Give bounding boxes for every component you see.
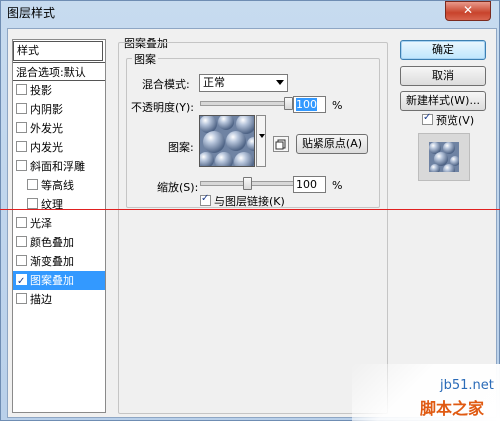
style-checkbox[interactable] [27, 179, 38, 190]
blend-mode-value: 正常 [203, 76, 225, 89]
style-item-label: 光泽 [30, 217, 52, 230]
styles-list-item[interactable]: 渐变叠加 [13, 252, 105, 271]
link-with-layer-checkbox[interactable]: 与图层链接(K) [200, 193, 285, 209]
style-checkbox[interactable] [16, 141, 27, 152]
styles-list-item[interactable]: 投影 [13, 81, 105, 100]
new-preset-button[interactable] [273, 136, 289, 152]
preview-check[interactable] [422, 112, 433, 125]
styles-list-item[interactable]: 外发光 [13, 119, 105, 138]
style-item-label: 描边 [30, 293, 52, 306]
style-checkbox[interactable] [27, 198, 38, 209]
chevron-down-icon [276, 80, 284, 85]
style-checkbox[interactable] [16, 255, 27, 266]
preview-thumbnail [418, 133, 470, 181]
preview-label: 预览(V) [436, 114, 475, 127]
red-guide-line [0, 209, 500, 210]
watermark-site: jb51.net [440, 378, 494, 393]
opacity-percent: % [332, 99, 343, 112]
style-checkbox[interactable] [16, 236, 27, 247]
opacity-label: 不透明度(Y): [131, 101, 195, 114]
style-item-label: 外发光 [30, 122, 63, 135]
styles-list-item[interactable]: 内发光 [13, 138, 105, 157]
link-with-layer-label: 与图层链接(K) [214, 195, 285, 208]
window-title: 图层样式 [7, 6, 56, 20]
style-item-label: 内阴影 [30, 103, 63, 116]
opacity-input[interactable]: 100 [293, 96, 326, 113]
opacity-slider[interactable] [200, 97, 294, 110]
styles-list-item[interactable]: 内阴影 [13, 100, 105, 119]
scale-percent: % [332, 179, 343, 192]
opacity-value: 100 [296, 98, 317, 111]
style-item-label: 混合选项:默认 [16, 66, 86, 79]
pattern-picker-button[interactable] [256, 115, 266, 167]
scale-label: 缩放(S): [157, 181, 199, 194]
style-checkbox[interactable] [16, 122, 27, 133]
snap-to-origin-button[interactable]: 贴紧原点(A) [296, 134, 368, 154]
styles-list-item[interactable]: 混合选项:默认 [13, 62, 105, 81]
styles-list-item[interactable]: 纹理 [13, 195, 105, 214]
blend-mode-label: 混合模式: [142, 78, 190, 91]
ok-button[interactable]: 确定 [400, 40, 486, 60]
style-item-label: 渐变叠加 [30, 255, 74, 268]
styles-list-header[interactable]: 样式 [13, 41, 103, 61]
title-bar[interactable]: 图层样式 ✕ [1, 1, 499, 23]
style-checkbox[interactable] [16, 272, 27, 291]
opacity-slider-thumb[interactable] [284, 97, 293, 110]
styles-list-item[interactable]: 图案叠加 [13, 271, 105, 291]
new-preset-icon [275, 139, 286, 150]
scale-value: 100 [296, 178, 317, 191]
styles-list-item[interactable]: 斜面和浮雕 [13, 157, 105, 176]
styles-list-item[interactable]: 描边 [13, 290, 105, 309]
dialog-body: 样式 混合选项:默认投影内阴影外发光内发光斜面和浮雕等高线纹理光泽颜色叠加渐变叠… [7, 28, 497, 418]
link-with-layer-check[interactable] [200, 193, 211, 206]
scale-input[interactable]: 100 [293, 176, 326, 193]
styles-list-item[interactable]: 等高线 [13, 176, 105, 195]
style-checkbox[interactable] [16, 217, 27, 228]
style-checkbox[interactable] [16, 160, 27, 171]
close-button[interactable]: ✕ [445, 1, 491, 21]
pattern-label: 图案: [168, 141, 194, 154]
scale-slider[interactable] [200, 177, 294, 190]
style-item-label: 内发光 [30, 141, 63, 154]
scale-slider-thumb[interactable] [243, 177, 252, 190]
preview-checkbox[interactable]: 预览(V) [422, 112, 474, 128]
styles-list-item[interactable]: 颜色叠加 [13, 233, 105, 252]
style-checkbox[interactable] [16, 293, 27, 304]
style-item-label: 图案叠加 [30, 274, 74, 287]
cancel-button[interactable]: 取消 [400, 66, 486, 86]
style-item-label: 斜面和浮雕 [30, 160, 85, 173]
layer-style-dialog: 图层样式 ✕ 样式 混合选项:默认投影内阴影外发光内发光斜面和浮雕等高线纹理光泽… [0, 0, 500, 421]
pattern-swatch[interactable] [199, 115, 255, 167]
styles-list: 样式 混合选项:默认投影内阴影外发光内发光斜面和浮雕等高线纹理光泽颜色叠加渐变叠… [12, 39, 106, 413]
style-checkbox[interactable] [16, 84, 27, 95]
pattern-group-title: 图案 [132, 51, 158, 67]
new-style-button[interactable]: 新建样式(W)... [400, 91, 486, 111]
style-item-label: 颜色叠加 [30, 236, 74, 249]
pattern-bubbles-image [200, 116, 254, 166]
style-item-label: 投影 [30, 84, 52, 97]
style-checkbox[interactable] [16, 103, 27, 114]
watermark-name: 脚本之家 [420, 399, 485, 418]
blend-mode-dropdown[interactable]: 正常 [199, 74, 288, 92]
preview-pattern-image [429, 142, 459, 172]
styles-list-item[interactable]: 光泽 [13, 214, 105, 233]
style-item-label: 等高线 [41, 179, 74, 192]
chevron-down-icon [259, 134, 265, 138]
